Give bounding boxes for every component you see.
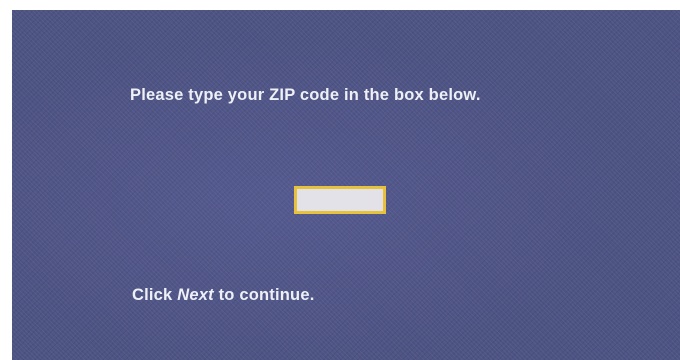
zip-instruction-text: Please type your ZIP code in the box bel… [130, 86, 481, 104]
continue-suffix: to continue. [213, 286, 315, 304]
continue-prefix: Click [132, 286, 178, 304]
zip-code-screen: Please type your ZIP code in the box bel… [12, 10, 680, 360]
zip-code-input[interactable] [294, 186, 386, 214]
continue-instruction: Click Next to continue. [132, 286, 315, 305]
next-keyword: Next [177, 286, 214, 304]
